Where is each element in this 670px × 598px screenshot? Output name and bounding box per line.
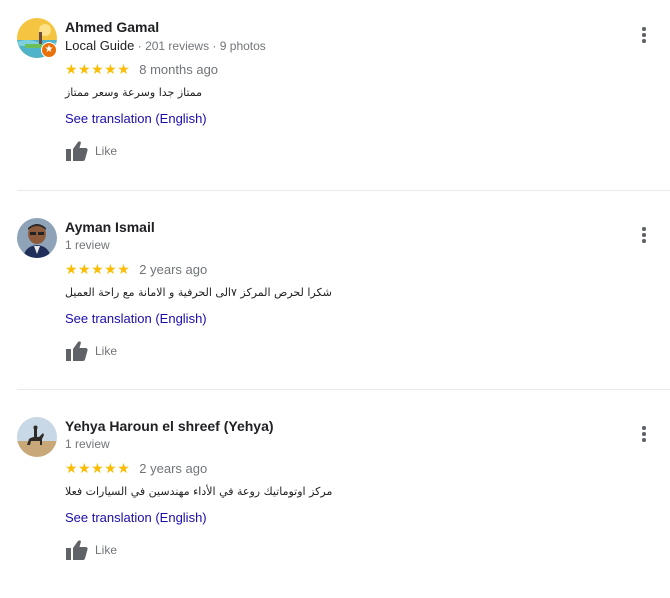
like-button[interactable]: Like (65, 139, 117, 163)
local-guide-label: Local Guide (65, 38, 135, 53)
like-button[interactable]: Like (65, 538, 117, 562)
more-vert-dot (642, 33, 646, 37)
more-vert-dot (642, 438, 646, 442)
reviewer-name[interactable]: Yehya Haroun el shreef (Yehya) (65, 418, 274, 434)
reviewer-stats: 201 reviews · 9 photos (145, 39, 266, 53)
review-date: 8 months ago (139, 61, 219, 77)
reviewer-meta: 1 review (65, 238, 110, 252)
reviewer-avatar[interactable] (17, 218, 57, 258)
meta-separator: · (134, 39, 146, 53)
star-rating: ★★★★★ (65, 261, 131, 277)
see-translation-link[interactable]: See translation (English) (65, 510, 207, 525)
more-vert-dot (642, 27, 646, 31)
rating-row: ★★★★★ 2 years ago (65, 261, 207, 277)
more-options-button[interactable] (634, 25, 654, 45)
more-vert-dot (642, 227, 646, 231)
thumbs-up-icon (66, 141, 88, 161)
more-vert-dot (642, 432, 646, 436)
like-label: Like (95, 144, 118, 158)
horse-rider-avatar-icon (17, 417, 57, 457)
reviewer-stats: 1 review (65, 238, 110, 252)
review-text: مركز اوتوماتيك روعة في الأداء مهندسين في… (65, 485, 333, 498)
review-text: شكرا لحرص المركز ٧الى الحرفية و الامانة … (65, 286, 332, 299)
review-card: ★ Ahmed Gamal Local Guide · 201 reviews … (0, 0, 670, 199)
review-card: Yehya Haroun el shreef (Yehya) 1 review … (0, 399, 670, 598)
portrait-avatar-icon (17, 218, 57, 258)
like-label: Like (95, 344, 118, 358)
thumbs-up-icon (66, 540, 88, 560)
reviewer-stats: 1 review (65, 437, 110, 451)
review-date: 2 years ago (139, 460, 208, 476)
more-vert-dot (642, 426, 646, 430)
more-options-button[interactable] (634, 424, 654, 444)
thumbs-up-icon (66, 341, 88, 361)
review-divider (17, 190, 670, 191)
reviewer-avatar[interactable] (17, 417, 57, 457)
see-translation-link[interactable]: See translation (English) (65, 111, 207, 126)
like-label: Like (95, 543, 118, 557)
more-vert-dot (642, 39, 646, 43)
more-vert-dot (642, 233, 646, 237)
star-rating: ★★★★★ (65, 61, 131, 77)
review-text: ممتاز جدا وسرعة وسعر ممتاز (65, 86, 203, 99)
rating-row: ★★★★★ 2 years ago (65, 460, 207, 476)
review-date: 2 years ago (139, 261, 208, 277)
local-guide-star-icon: ★ (41, 42, 57, 58)
star-rating: ★★★★★ (65, 460, 131, 476)
reviewer-name[interactable]: Ayman Ismail (65, 219, 155, 235)
review-card: Ayman Ismail 1 review ★★★★★ 2 years ago … (0, 200, 670, 399)
reviewer-meta: 1 review (65, 437, 110, 451)
like-button[interactable]: Like (65, 339, 117, 363)
reviewer-name[interactable]: Ahmed Gamal (65, 19, 159, 35)
rating-row: ★★★★★ 8 months ago (65, 61, 218, 77)
reviewer-meta: Local Guide · 201 reviews · 9 photos (65, 38, 266, 53)
more-vert-dot (642, 239, 646, 243)
more-options-button[interactable] (634, 225, 654, 245)
review-divider (17, 389, 670, 390)
see-translation-link[interactable]: See translation (English) (65, 311, 207, 326)
